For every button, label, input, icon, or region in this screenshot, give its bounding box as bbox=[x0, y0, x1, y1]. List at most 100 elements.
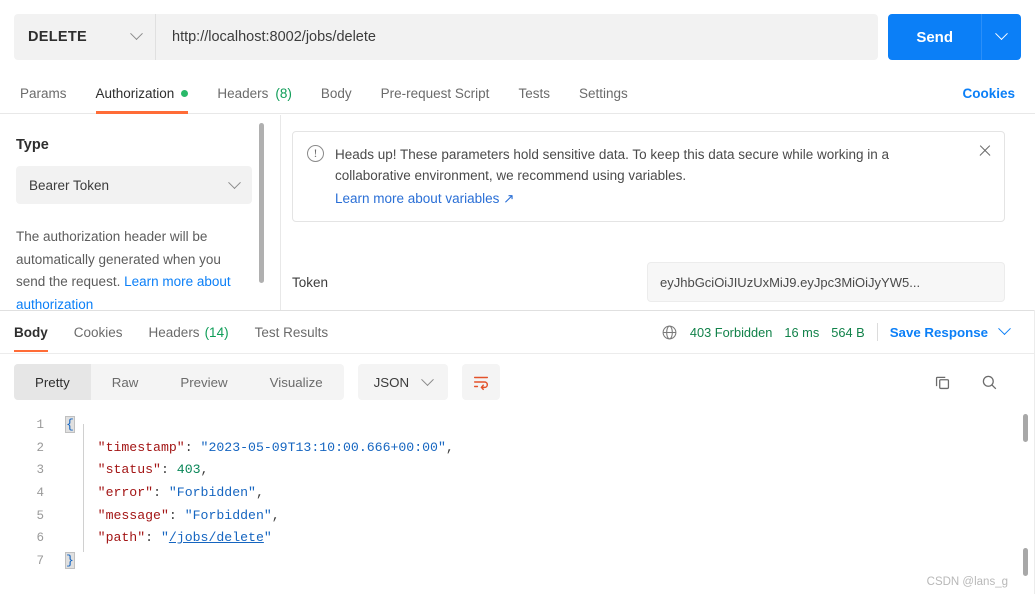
code-text: "status": 403, bbox=[56, 459, 209, 482]
code-text: } bbox=[56, 550, 75, 573]
authorization-pane: Type Bearer Token The authorization head… bbox=[0, 115, 1035, 310]
line-number: 6 bbox=[36, 531, 44, 546]
code-token: { bbox=[65, 416, 75, 433]
http-method-label: DELETE bbox=[28, 29, 87, 45]
code-token: "Forbidden" bbox=[168, 485, 256, 501]
method-url-group: DELETE bbox=[14, 14, 879, 60]
token-row: Token eyJhbGciOiJIUzUxMiJ9.eyJpc3MiOiJyY… bbox=[292, 262, 1005, 302]
code-token: " bbox=[263, 530, 272, 546]
code-token: "Forbidden" bbox=[184, 507, 272, 523]
code-token: "2023-05-09T13:10:00.666+00:00" bbox=[200, 439, 446, 455]
url-input[interactable] bbox=[156, 14, 879, 60]
code-token: : bbox=[184, 439, 201, 455]
code-text: "error": "Forbidden", bbox=[56, 482, 264, 505]
send-options-dropdown[interactable] bbox=[981, 14, 1021, 60]
cookies-link[interactable]: Cookies bbox=[962, 86, 1015, 101]
code-token: , bbox=[255, 485, 264, 501]
response-scrollbar-top[interactable] bbox=[1023, 414, 1028, 442]
tab-label: Test Results bbox=[254, 324, 329, 340]
send-group: Send bbox=[888, 14, 1021, 60]
code-token: : bbox=[145, 530, 161, 546]
response-tab-test-results[interactable]: Test Results bbox=[255, 310, 329, 354]
view-mode-raw[interactable]: Raw bbox=[91, 364, 160, 400]
save-response-button[interactable]: Save Response bbox=[890, 325, 988, 340]
divider bbox=[876, 323, 878, 341]
send-button[interactable]: Send bbox=[888, 14, 981, 60]
notice-body: Heads up! These parameters hold sensitiv… bbox=[335, 144, 964, 209]
json-code-block: 1{2 "timestamp": "2023-05-09T13:10:00.66… bbox=[0, 406, 1035, 573]
tab-pre-request-script[interactable]: Pre-request Script bbox=[381, 74, 490, 114]
response-scrollbar-bottom[interactable] bbox=[1023, 548, 1028, 576]
tab-settings[interactable]: Settings bbox=[579, 74, 628, 114]
response-size: 564 B bbox=[831, 324, 865, 340]
auth-type-value: Bearer Token bbox=[29, 177, 110, 193]
code-token: : bbox=[168, 507, 185, 523]
tab-label: Headers bbox=[148, 324, 200, 340]
sensitive-data-notice: ! Heads up! These parameters hold sensit… bbox=[292, 131, 1005, 222]
tab-label: Settings bbox=[578, 86, 628, 101]
line-number: 2 bbox=[36, 440, 44, 455]
view-mode-visualize[interactable]: Visualize bbox=[249, 364, 344, 400]
tab-tests[interactable]: Tests bbox=[518, 74, 550, 114]
tab-label: Body bbox=[320, 86, 352, 101]
postman-window: DELETE Send Params Authorization Headers… bbox=[0, 0, 1035, 594]
tab-count: (14) bbox=[204, 324, 229, 340]
chevron-down-icon[interactable] bbox=[998, 322, 1011, 341]
tab-headers[interactable]: Headers (8) bbox=[217, 74, 292, 114]
chevron-down-icon bbox=[228, 175, 241, 193]
wrap-text-button[interactable] bbox=[462, 364, 501, 400]
tab-count: (8) bbox=[275, 86, 292, 101]
code-line: 2 "timestamp": "2023-05-09T13:10:00.666+… bbox=[0, 437, 1035, 460]
code-line: 4 "error": "Forbidden", bbox=[0, 482, 1035, 505]
code-line: 3 "status": 403, bbox=[0, 459, 1035, 482]
token-input[interactable]: eyJhbGciOiJIUzUxMiJ9.eyJpc3MiOiJyYW5... bbox=[647, 262, 1005, 302]
status-code: 403 Forbidden bbox=[689, 324, 773, 340]
code-line: 5 "message": "Forbidden", bbox=[0, 505, 1035, 528]
http-method-dropdown[interactable]: DELETE bbox=[14, 14, 156, 60]
auth-description: The authorization header will be automat… bbox=[16, 226, 244, 310]
code-text: "path": "/jobs/delete" bbox=[56, 527, 272, 550]
auth-type-column: Type Bearer Token The authorization head… bbox=[0, 115, 272, 310]
line-number: 3 bbox=[36, 463, 44, 478]
learn-more-variables-link[interactable]: Learn more about variables ↗ bbox=[335, 188, 514, 209]
code-token[interactable]: /jobs/delete bbox=[169, 530, 264, 545]
chevron-down-icon bbox=[421, 372, 434, 390]
code-token: "status" bbox=[97, 462, 161, 478]
tab-label: Cookies bbox=[73, 324, 123, 340]
close-icon[interactable] bbox=[977, 143, 993, 159]
auth-active-dot-icon bbox=[181, 90, 189, 97]
auth-pane-scrollbar[interactable] bbox=[259, 123, 264, 283]
response-tab-headers[interactable]: Headers (14) bbox=[149, 310, 229, 354]
view-mode-preview[interactable]: Preview bbox=[159, 364, 248, 400]
search-icon[interactable] bbox=[980, 373, 999, 392]
response-tab-cookies[interactable]: Cookies bbox=[74, 310, 123, 354]
tab-params[interactable]: Params bbox=[20, 74, 67, 114]
token-label: Token bbox=[292, 274, 329, 290]
code-token: : bbox=[160, 462, 177, 478]
alert-circle-icon: ! bbox=[307, 145, 324, 162]
code-token: , bbox=[445, 439, 454, 455]
code-token: , bbox=[271, 507, 280, 523]
code-text: "timestamp": "2023-05-09T13:10:00.666+00… bbox=[56, 437, 454, 460]
view-mode-pretty[interactable]: Pretty bbox=[14, 364, 91, 400]
response-tab-body[interactable]: Body bbox=[14, 310, 48, 354]
tab-label: Tests bbox=[518, 86, 550, 101]
request-tabs: Params Authorization Headers (8) Body Pr… bbox=[0, 74, 1035, 114]
watermark: CSDN @lans_g bbox=[926, 576, 1008, 588]
code-token: } bbox=[65, 552, 75, 570]
response-meta: 403 Forbidden 16 ms 564 B Save Response bbox=[661, 322, 1021, 341]
response-body-viewer[interactable]: 1{2 "timestamp": "2023-05-09T13:10:00.66… bbox=[0, 406, 1035, 594]
tab-body[interactable]: Body bbox=[321, 74, 352, 114]
chevron-down-icon bbox=[995, 27, 1008, 46]
code-fold-guide bbox=[83, 424, 84, 552]
auth-type-dropdown[interactable]: Bearer Token bbox=[16, 166, 252, 204]
copy-icon[interactable] bbox=[933, 373, 952, 392]
tab-authorization[interactable]: Authorization bbox=[95, 74, 189, 114]
response-format-dropdown[interactable]: JSON bbox=[357, 364, 449, 400]
tab-label: Params bbox=[20, 86, 67, 101]
format-value: JSON bbox=[373, 374, 410, 390]
